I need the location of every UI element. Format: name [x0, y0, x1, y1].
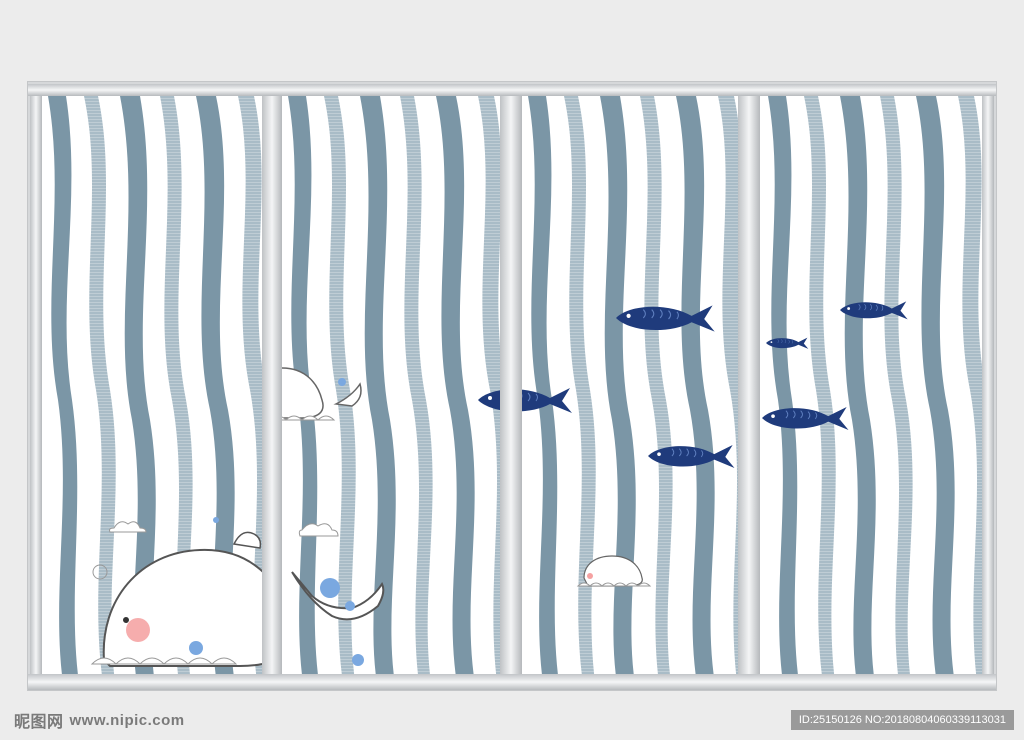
site-watermark: 昵图网 www.nipic.com — [14, 708, 185, 732]
image-id-badge: ID:25150126 NO:20180804060339113031 — [790, 710, 1014, 730]
panel-3 — [520, 96, 742, 674]
sliding-door-artwork — [28, 84, 996, 690]
watermark-logo-text: 昵图网 — [14, 712, 64, 731]
panel-1 — [40, 96, 262, 674]
panel-4 — [760, 96, 982, 674]
watermark-url: www.nipic.com — [69, 711, 185, 729]
